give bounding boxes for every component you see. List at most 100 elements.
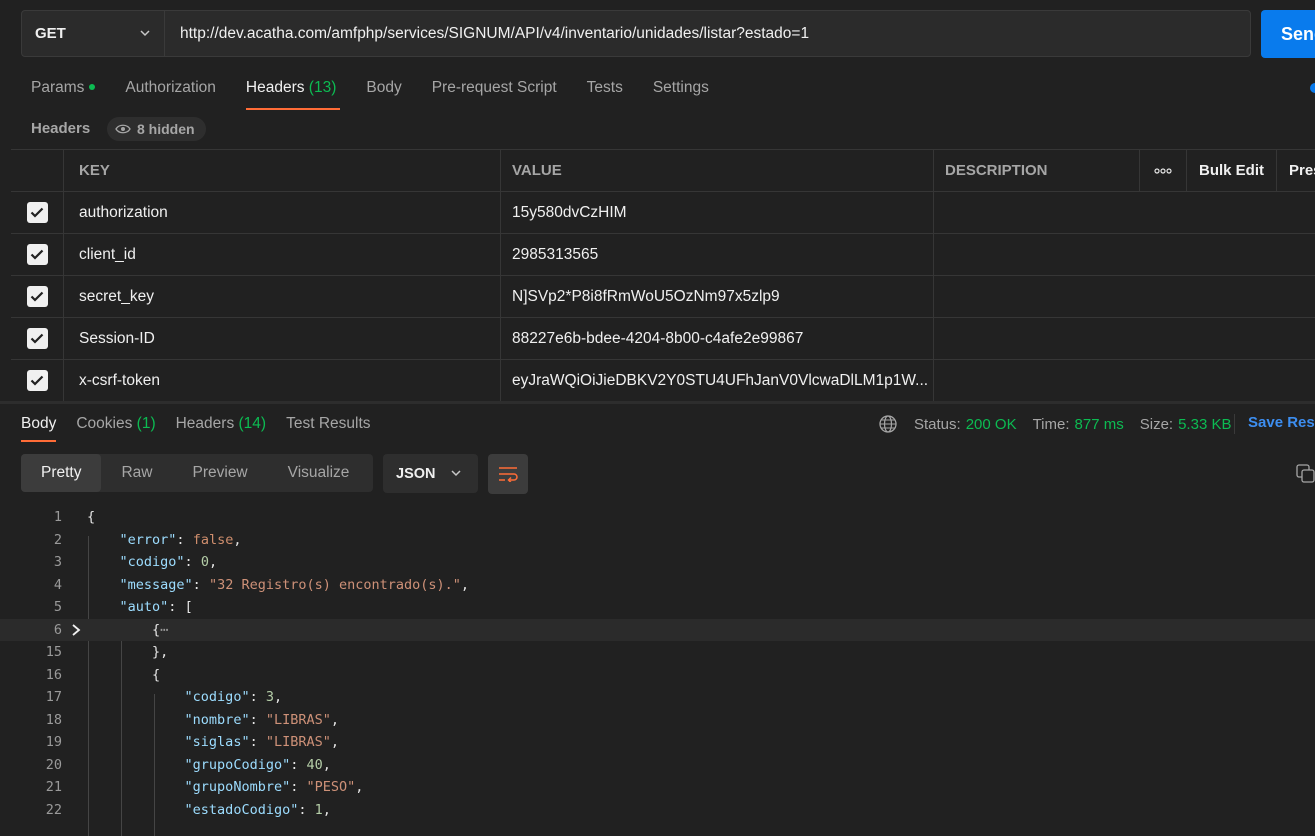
- header-description-input[interactable]: [933, 234, 1139, 275]
- header-value-input[interactable]: N]SVp2*P8i8fRmWoU5OzNm97x5zlp9: [500, 276, 933, 317]
- json-value: "LIBRAS": [265, 711, 331, 728]
- globe-icon[interactable]: [878, 414, 898, 434]
- row-checkbox[interactable]: [26, 244, 48, 265]
- table-row: x-csrf-token eyJraWQiOiJieDBKV2Y0STU4UFh…: [11, 359, 1315, 401]
- status-value[interactable]: 200 OK: [966, 416, 1017, 433]
- code-token: {: [87, 509, 96, 525]
- time-label: Time:: [1032, 415, 1070, 433]
- tab-response-body[interactable]: Body: [21, 414, 57, 442]
- view-preview-button[interactable]: Preview: [173, 454, 268, 492]
- select-column: [11, 150, 63, 191]
- table-row: authorization 15y580dvCzHIM: [11, 191, 1315, 233]
- tab-params[interactable]: Params: [31, 78, 96, 108]
- tab-headers[interactable]: Headers (13): [245, 78, 341, 110]
- header-key-input[interactable]: authorization: [63, 192, 500, 233]
- json-key: "grupoCodigo": [184, 756, 291, 773]
- tab-authorization[interactable]: Authorization: [125, 78, 215, 108]
- code-line: 19 "siglas": "LIBRAS",: [0, 731, 1315, 754]
- check-icon: [30, 207, 44, 218]
- code-line-folded[interactable]: 6 {⋯: [0, 618, 1315, 641]
- row-checkbox[interactable]: [26, 202, 48, 223]
- save-response-button[interactable]: Save Response: [1234, 414, 1315, 434]
- header-key-input[interactable]: Session-ID: [63, 318, 500, 359]
- headers-section-title: Headers: [31, 120, 91, 137]
- row-checkbox[interactable]: [26, 370, 48, 391]
- size-label: Size:: [1139, 415, 1174, 433]
- chevron-down-icon: [140, 30, 150, 37]
- check-icon: [30, 291, 44, 302]
- url-input[interactable]: http://dev.acatha.com/amfphp/services/SI…: [164, 10, 1251, 57]
- json-value: "32 Registro(s) encontrado(s).": [208, 576, 461, 593]
- json-value: [: [184, 599, 193, 615]
- header-description-input[interactable]: [933, 360, 1139, 401]
- header-value-input[interactable]: eyJraWQiOiJieDBKV2Y0STU4UFhJanV0VlcwaDlL…: [500, 360, 933, 401]
- table-row: Session-ID 88227e6b-bdee-4204-8b00-c4afe…: [11, 317, 1315, 359]
- json-value: "LIBRAS": [265, 734, 331, 750]
- code-line: 1{: [0, 506, 1315, 529]
- code-line: 3 "codigo": 0,: [0, 551, 1315, 574]
- tab-label: Authorization: [125, 79, 216, 96]
- json-key: "codigo": [184, 689, 250, 705]
- json-key: "message": [119, 576, 193, 593]
- view-mode-group: Pretty Raw Preview Visualize: [21, 454, 373, 492]
- code-token: {: [152, 666, 161, 683]
- time-value[interactable]: 877 ms: [1075, 416, 1124, 433]
- row-checkbox[interactable]: [26, 328, 48, 349]
- check-icon: [30, 333, 44, 344]
- format-select[interactable]: JSON: [383, 454, 478, 493]
- code-line: 21 "grupoNombre": "PESO",: [0, 776, 1315, 799]
- code-line: 22 "estadoCodigo": 1,: [0, 799, 1315, 822]
- tab-label: Cookies: [76, 415, 133, 432]
- header-description-input[interactable]: [933, 318, 1139, 359]
- json-key: "nombre": [184, 711, 250, 728]
- copy-icon[interactable]: [1296, 464, 1315, 488]
- line-number: 15: [45, 644, 62, 660]
- tab-test-results[interactable]: Test Results: [286, 414, 370, 442]
- tab-body[interactable]: Body: [366, 78, 401, 108]
- header-value-input[interactable]: 88227e6b-bdee-4204-8b00-c4afe2e99867: [500, 318, 933, 359]
- send-button[interactable]: Send: [1261, 10, 1315, 58]
- fold-ellipsis[interactable]: ⋯: [160, 622, 168, 638]
- wrap-lines-button[interactable]: [488, 454, 528, 494]
- tab-label: Settings: [652, 79, 709, 96]
- row-checkbox[interactable]: [26, 286, 48, 307]
- response-body-editor[interactable]: 1{ 2 "error": false, 3 "codigo": 0, 4 "m…: [0, 506, 1315, 836]
- tab-label: Params: [31, 79, 85, 96]
- pane-resize-handle[interactable]: [0, 401, 1315, 404]
- json-value: 3: [265, 689, 274, 705]
- bulk-edit-button[interactable]: Bulk Edit: [1186, 150, 1276, 191]
- header-description-input[interactable]: [933, 192, 1139, 233]
- chevron-right-icon[interactable]: [70, 623, 82, 637]
- check-icon: [30, 249, 44, 260]
- status-label: Status:: [914, 415, 961, 433]
- cookies-indicator-icon[interactable]: [1310, 83, 1315, 93]
- header-value-input[interactable]: 15y580dvCzHIM: [500, 192, 933, 233]
- line-number: 20: [45, 756, 62, 773]
- header-key-input[interactable]: client_id: [63, 234, 500, 275]
- method-select[interactable]: GET: [21, 10, 165, 57]
- more-options-button[interactable]: [1139, 150, 1186, 191]
- presets-button[interactable]: Presets: [1276, 150, 1315, 191]
- header-value-input[interactable]: 2985313565: [500, 234, 933, 275]
- code-line: 16 {: [0, 664, 1315, 687]
- response-tabs: Body Cookies (1) Headers (14) Test Resul…: [21, 414, 391, 442]
- headers-table: KEY VALUE DESCRIPTION Bulk Edit Presets …: [11, 149, 1315, 401]
- tab-settings[interactable]: Settings: [653, 78, 709, 108]
- tab-label: Body: [21, 415, 57, 432]
- tab-tests[interactable]: Tests: [587, 78, 623, 108]
- json-key: "grupoNombre": [184, 779, 291, 795]
- tab-pre-request-script[interactable]: Pre-request Script: [432, 78, 557, 108]
- json-key: "estadoCodigo": [184, 801, 299, 818]
- view-pretty-button[interactable]: Pretty: [21, 454, 102, 492]
- header-description-input[interactable]: [933, 276, 1139, 317]
- view-visualize-button[interactable]: Visualize: [268, 454, 370, 492]
- header-key-input[interactable]: secret_key: [63, 276, 500, 317]
- hidden-headers-toggle[interactable]: 8 hidden: [107, 117, 206, 141]
- size-value[interactable]: 5.33 KB: [1178, 416, 1231, 433]
- tab-response-headers[interactable]: Headers (14): [176, 414, 266, 442]
- code-token: {: [152, 621, 161, 638]
- header-key-input[interactable]: x-csrf-token: [63, 360, 500, 401]
- url-text: http://dev.acatha.com/amfphp/services/SI…: [180, 24, 810, 42]
- tab-response-cookies[interactable]: Cookies (1): [76, 414, 155, 442]
- view-raw-button[interactable]: Raw: [101, 454, 172, 492]
